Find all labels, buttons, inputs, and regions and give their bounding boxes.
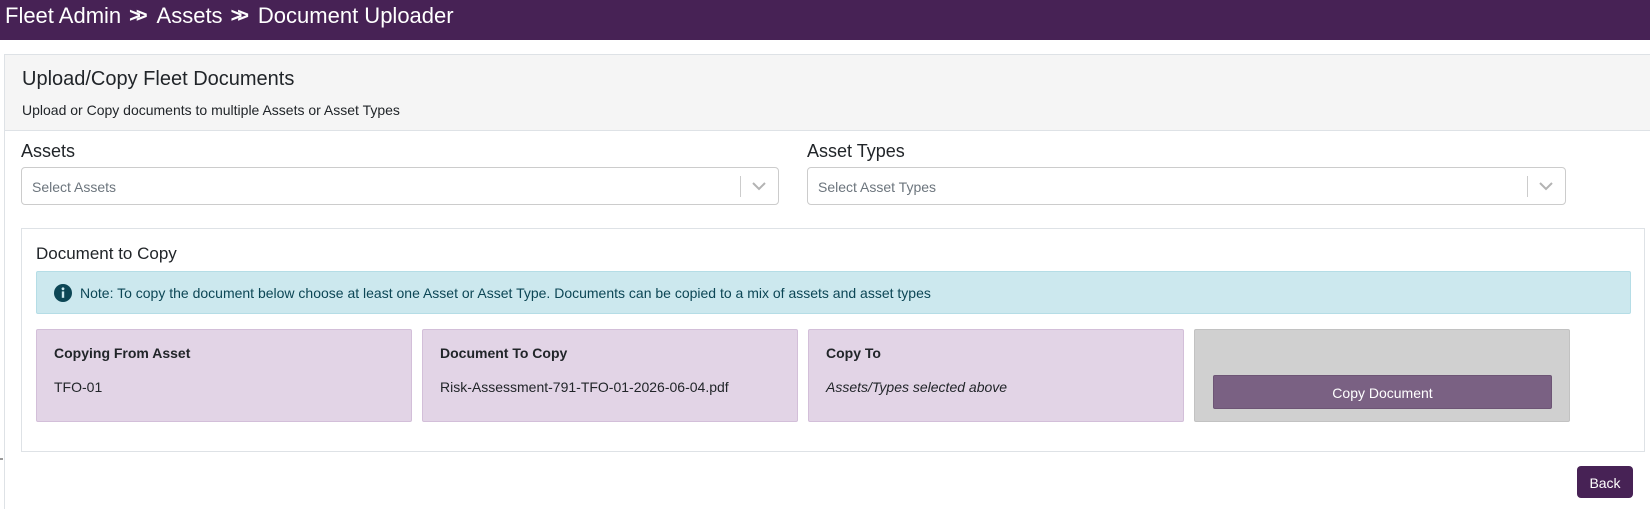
- copying-from-value: TFO-01: [54, 379, 103, 395]
- info-circle-icon: [54, 284, 72, 302]
- section-title: Document to Copy: [36, 244, 177, 263]
- breadcrumb-separator: >>: [129, 5, 147, 27]
- page-title: Upload/Copy Fleet Documents: [22, 68, 295, 90]
- copy-to-panel: Copy To Assets/Types selected above: [808, 329, 1184, 422]
- copy-document-button[interactable]: Copy Document: [1213, 375, 1552, 409]
- breadcrumb-assets[interactable]: Assets: [157, 3, 223, 29]
- assets-select[interactable]: Select Assets: [21, 167, 779, 205]
- page-subtitle: Upload or Copy documents to multiple Ass…: [22, 102, 400, 118]
- assets-label: Assets: [21, 141, 76, 161]
- document-to-copy-title: Document To Copy: [440, 345, 568, 361]
- back-button[interactable]: Back: [1577, 466, 1633, 498]
- edge-marker: [0, 458, 3, 460]
- asset-types-label: Asset Types: [807, 141, 905, 161]
- card-header: Upload/Copy Fleet Documents Upload or Co…: [5, 55, 1650, 131]
- asset-types-select-placeholder: Select Asset Types: [818, 179, 937, 195]
- document-to-copy-panel: Document To Copy Risk-Assessment-791-TFO…: [422, 329, 798, 422]
- breadcrumb-document-uploader: Document Uploader: [257, 3, 454, 28]
- chevron-down-icon[interactable]: [750, 176, 768, 196]
- copying-from-panel: Copying From Asset TFO-01: [36, 329, 412, 422]
- chevron-down-icon[interactable]: [1537, 176, 1555, 196]
- breadcrumb: Fleet Admin >> Assets >> Document Upload…: [5, 3, 454, 29]
- document-filename: Risk-Assessment-791-TFO-01-2026-06-04.pd…: [440, 379, 729, 395]
- top-bar: Fleet Admin >> Assets >> Document Upload…: [0, 0, 1650, 40]
- assets-select-placeholder: Select Assets: [32, 179, 117, 195]
- info-note: Note: To copy the document below choose …: [36, 271, 1631, 314]
- breadcrumb-separator: >>: [230, 5, 249, 27]
- copying-from-title: Copying From Asset: [54, 345, 191, 361]
- select-divider: [740, 176, 741, 197]
- asset-types-select[interactable]: Select Asset Types: [807, 167, 1566, 205]
- copy-to-title: Copy To: [826, 345, 881, 361]
- copy-to-value: Assets/Types selected above: [826, 379, 1008, 395]
- breadcrumb-fleet-admin[interactable]: Fleet Admin: [5, 3, 121, 29]
- select-divider: [1527, 176, 1528, 197]
- note-text: Note: To copy the document below choose …: [80, 285, 931, 301]
- copy-action-panel: Copy Document: [1194, 329, 1570, 422]
- document-to-copy-section: Document to Copy Note: To copy the docum…: [21, 228, 1645, 452]
